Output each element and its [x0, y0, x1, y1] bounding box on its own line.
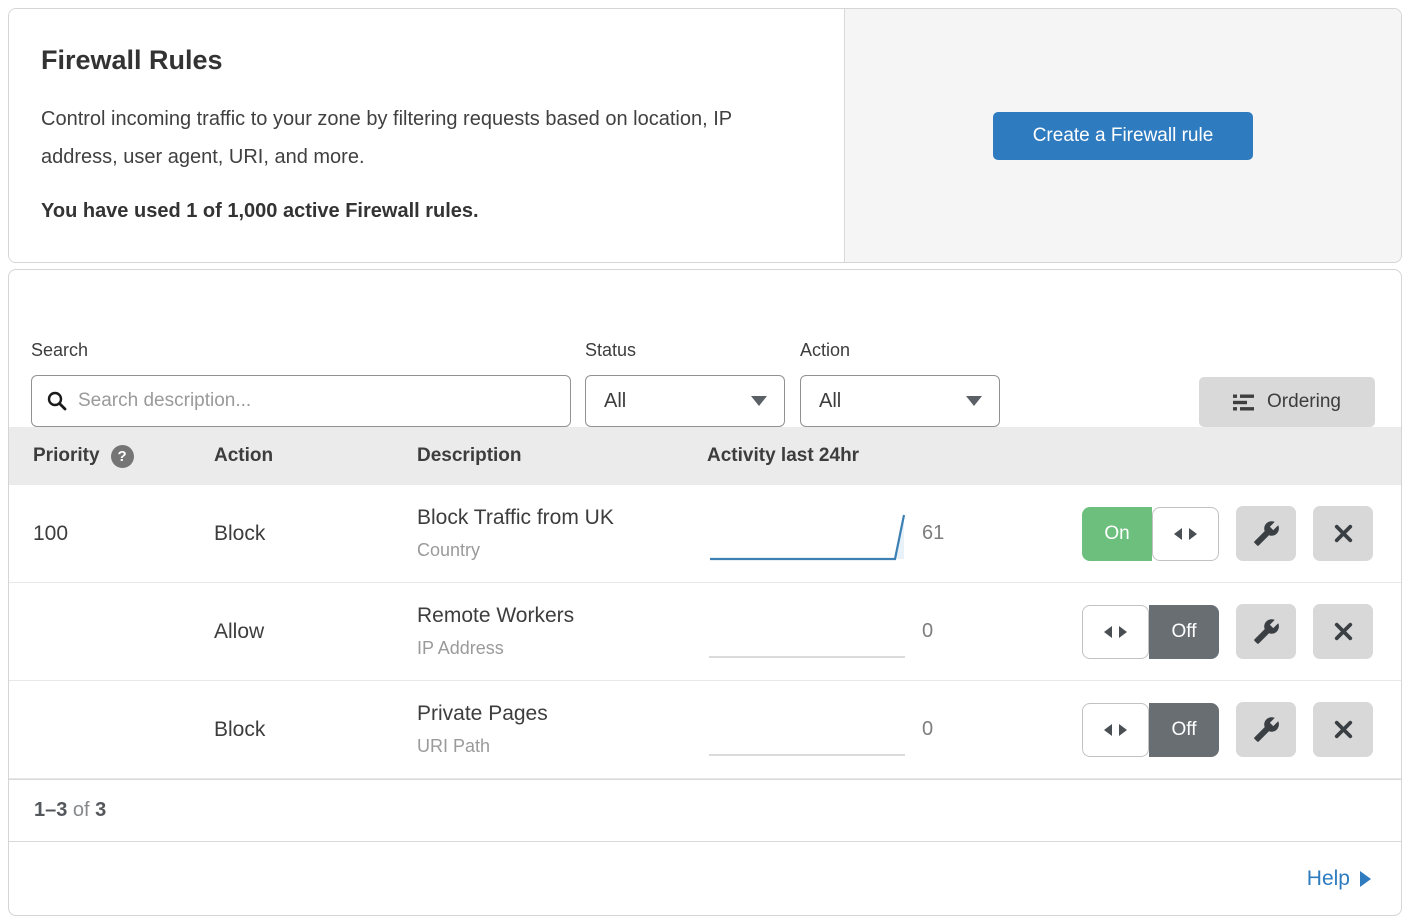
search-label: Search	[31, 340, 585, 361]
wrench-icon	[1253, 520, 1280, 547]
rule-controls: Off	[1012, 702, 1401, 757]
chevron-down-icon	[966, 396, 982, 406]
page-description: Control incoming traffic to your zone by…	[41, 100, 811, 176]
rule-description: Block Traffic from UK	[417, 506, 707, 530]
ordering-button[interactable]: Ordering	[1199, 377, 1375, 427]
enable-toggle[interactable]: Off	[1082, 703, 1219, 757]
toggle-state-label: Off	[1149, 703, 1219, 757]
enable-toggle[interactable]: On	[1082, 507, 1219, 561]
rule-description: Private Pages	[417, 702, 707, 726]
enable-toggle[interactable]: Off	[1082, 605, 1219, 659]
filters-bar: Search Status All Action All	[9, 270, 1401, 427]
edit-rule-button[interactable]	[1236, 506, 1296, 561]
activity-count: 61	[922, 522, 1012, 545]
table-row: Block Private Pages URI Path 0 Off	[9, 681, 1401, 779]
activity-sparkline	[707, 605, 922, 672]
x-icon	[1331, 521, 1356, 546]
status-select[interactable]: All	[585, 375, 785, 427]
action-label: Action	[800, 340, 1015, 361]
right-triangle-icon	[1360, 871, 1371, 887]
activity-sparkline	[707, 703, 922, 770]
search-input-wrapper	[31, 375, 571, 427]
rule-controls: On	[1012, 506, 1401, 561]
priority-column-label: Priority	[33, 445, 100, 467]
status-selected-value: All	[604, 390, 626, 413]
help-link-label: Help	[1307, 867, 1350, 891]
usage-note: You have used 1 of 1,000 active Firewall…	[41, 200, 812, 223]
rule-description: Remote Workers	[417, 604, 707, 628]
action-select[interactable]: All	[800, 375, 1000, 427]
pagination-bar: 1–3 of 3	[9, 779, 1401, 841]
column-header-description: Description	[417, 445, 707, 467]
activity-count: 0	[922, 718, 1012, 741]
rule-description-cell: Remote Workers IP Address	[417, 604, 707, 659]
delete-rule-button[interactable]	[1313, 604, 1373, 659]
question-mark-icon[interactable]: ?	[111, 445, 134, 468]
rule-type: IP Address	[417, 638, 707, 659]
left-right-arrows-icon	[1082, 605, 1149, 659]
rule-type: URI Path	[417, 736, 707, 757]
column-header-priority: Priority ?	[33, 445, 214, 468]
x-icon	[1331, 717, 1356, 742]
rule-controls: Off	[1012, 604, 1401, 659]
help-link[interactable]: Help	[1307, 867, 1371, 891]
table-row: 100 Block Block Traffic from UK Country …	[9, 485, 1401, 583]
toggle-state-label: Off	[1149, 605, 1219, 659]
status-label: Status	[585, 340, 800, 361]
wrench-icon	[1253, 716, 1280, 743]
activity-count: 0	[922, 620, 1012, 643]
status-filter-group: Status All	[585, 340, 800, 427]
search-icon	[46, 390, 68, 412]
left-right-arrows-icon	[1152, 507, 1219, 561]
rule-description-cell: Private Pages URI Path	[417, 702, 707, 757]
wrench-icon	[1253, 618, 1280, 645]
rule-action: Block	[214, 718, 417, 742]
rule-action: Allow	[214, 620, 417, 644]
rule-description-cell: Block Traffic from UK Country	[417, 506, 707, 561]
chevron-down-icon	[751, 396, 767, 406]
help-bar: Help	[9, 841, 1401, 915]
delete-rule-button[interactable]	[1313, 506, 1373, 561]
delete-rule-button[interactable]	[1313, 702, 1373, 757]
edit-rule-button[interactable]	[1236, 604, 1296, 659]
table-row: Allow Remote Workers IP Address 0 Off	[9, 583, 1401, 681]
x-icon	[1331, 619, 1356, 644]
pagination-of: of	[67, 799, 95, 822]
activity-sparkline	[707, 507, 922, 574]
edit-rule-button[interactable]	[1236, 702, 1296, 757]
rule-action: Block	[214, 522, 417, 546]
column-header-action: Action	[214, 445, 417, 467]
left-right-arrows-icon	[1082, 703, 1149, 757]
table-header: Priority ? Action Description Activity l…	[9, 427, 1401, 485]
pagination-range: 1–3	[34, 799, 67, 822]
pagination-total: 3	[95, 799, 106, 822]
page-title: Firewall Rules	[41, 45, 812, 76]
action-selected-value: All	[819, 390, 841, 413]
list-icon	[1233, 394, 1254, 411]
create-rule-panel: Create a Firewall rule	[845, 9, 1401, 262]
column-header-activity: Activity last 24hr	[707, 445, 1207, 467]
create-firewall-rule-button[interactable]: Create a Firewall rule	[993, 112, 1253, 160]
firewall-rules-header-card: Firewall Rules Control incoming traffic …	[8, 8, 1402, 263]
rule-priority: 100	[33, 522, 214, 546]
search-input[interactable]	[78, 390, 556, 412]
toggle-state-label: On	[1082, 507, 1152, 561]
header-text-panel: Firewall Rules Control incoming traffic …	[9, 9, 845, 262]
ordering-button-label: Ordering	[1267, 391, 1341, 413]
search-filter-group: Search	[31, 340, 585, 427]
action-filter-group: Action All	[800, 340, 1015, 427]
rule-type: Country	[417, 540, 707, 561]
firewall-rules-list-card: Search Status All Action All	[8, 269, 1402, 916]
